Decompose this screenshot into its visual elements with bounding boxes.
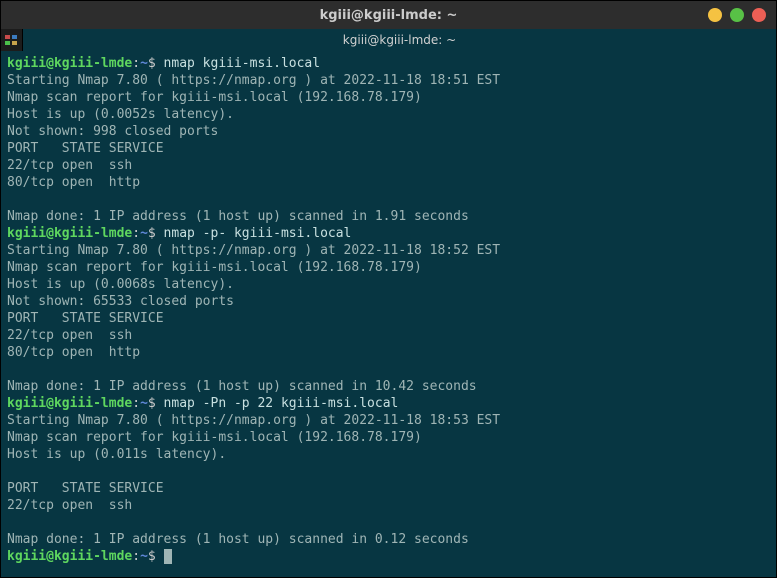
- prompt-separator: :: [132, 226, 140, 241]
- prompt-line: kgiii@kgiii-lmde:~$ nmap kgiii-msi.local: [7, 55, 770, 72]
- output-line: 80/tcp open http: [7, 344, 770, 361]
- output-line: Nmap done: 1 IP address (1 host up) scan…: [7, 531, 770, 548]
- output-line: [7, 361, 770, 378]
- prompt-dollar: $: [148, 549, 156, 564]
- prompt-separator: :: [132, 396, 140, 411]
- prompt-dollar: $: [148, 396, 156, 411]
- prompt-line: kgiii@kgiii-lmde:~$ nmap -Pn -p 22 kgiii…: [7, 395, 770, 412]
- prompt-dollar: $: [148, 56, 156, 71]
- prompt-path: ~: [140, 549, 148, 564]
- minimize-button[interactable]: [708, 8, 722, 22]
- output-line: Starting Nmap 7.80 ( https://nmap.org ) …: [7, 242, 770, 259]
- output-line: Nmap done: 1 IP address (1 host up) scan…: [7, 208, 770, 225]
- output-line: [7, 514, 770, 531]
- prompt-line: kgiii@kgiii-lmde:~$ nmap -p- kgiii-msi.l…: [7, 225, 770, 242]
- prompt-user-host: kgiii@kgiii-lmde: [7, 549, 132, 564]
- prompt-user-host: kgiii@kgiii-lmde: [7, 226, 132, 241]
- prompt-path: ~: [140, 226, 148, 241]
- output-line: Starting Nmap 7.80 ( https://nmap.org ) …: [7, 72, 770, 89]
- terminal-body[interactable]: kgiii@kgiii-lmde:~$ nmap kgiii-msi.local…: [1, 51, 776, 577]
- prompt-line: kgiii@kgiii-lmde:~$: [7, 548, 770, 565]
- command-text: nmap kgiii-msi.local: [156, 56, 320, 71]
- output-line: PORT STATE SERVICE: [7, 140, 770, 157]
- prompt-user-host: kgiii@kgiii-lmde: [7, 56, 132, 71]
- terminal-tabs-icon: [5, 35, 19, 45]
- new-tab-button[interactable]: [1, 29, 23, 51]
- output-line: [7, 191, 770, 208]
- prompt-user-host: kgiii@kgiii-lmde: [7, 396, 132, 411]
- prompt-path: ~: [140, 396, 148, 411]
- command-text: nmap -p- kgiii-msi.local: [156, 226, 352, 241]
- output-line: Starting Nmap 7.80 ( https://nmap.org ) …: [7, 412, 770, 429]
- output-line: PORT STATE SERVICE: [7, 480, 770, 497]
- output-line: [7, 463, 770, 480]
- output-line: 22/tcp open ssh: [7, 327, 770, 344]
- tab-active[interactable]: kgiii@kgiii-lmde: ~: [23, 29, 776, 51]
- maximize-button[interactable]: [730, 8, 744, 22]
- prompt-dollar: $: [148, 226, 156, 241]
- output-line: Host is up (0.0068s latency).: [7, 276, 770, 293]
- output-line: Nmap scan report for kgiii-msi.local (19…: [7, 89, 770, 106]
- cursor: [164, 549, 172, 564]
- titlebar[interactable]: kgiii@kgiii-lmde: ~: [1, 1, 776, 29]
- output-line: Not shown: 998 closed ports: [7, 123, 770, 140]
- output-line: 80/tcp open http: [7, 174, 770, 191]
- command-text: [156, 549, 164, 564]
- output-line: 22/tcp open ssh: [7, 497, 770, 514]
- output-line: Not shown: 65533 closed ports: [7, 293, 770, 310]
- window-title: kgiii@kgiii-lmde: ~: [320, 8, 458, 23]
- output-line: Nmap done: 1 IP address (1 host up) scan…: [7, 378, 770, 395]
- output-line: Host is up (0.011s latency).: [7, 446, 770, 463]
- command-text: nmap -Pn -p 22 kgiii-msi.local: [156, 396, 399, 411]
- output-line: 22/tcp open ssh: [7, 157, 770, 174]
- tab-bar: kgiii@kgiii-lmde: ~: [1, 29, 776, 51]
- output-line: Host is up (0.0052s latency).: [7, 106, 770, 123]
- output-line: PORT STATE SERVICE: [7, 310, 770, 327]
- prompt-separator: :: [132, 56, 140, 71]
- prompt-separator: :: [132, 549, 140, 564]
- window-controls: [708, 8, 766, 22]
- output-line: Nmap scan report for kgiii-msi.local (19…: [7, 429, 770, 446]
- terminal-window: kgiii@kgiii-lmde: ~ kgiii@kgiii-lmde: ~ …: [0, 0, 777, 578]
- tab-label: kgiii@kgiii-lmde: ~: [343, 33, 456, 47]
- output-line: Nmap scan report for kgiii-msi.local (19…: [7, 259, 770, 276]
- close-button[interactable]: [752, 8, 766, 22]
- prompt-path: ~: [140, 56, 148, 71]
